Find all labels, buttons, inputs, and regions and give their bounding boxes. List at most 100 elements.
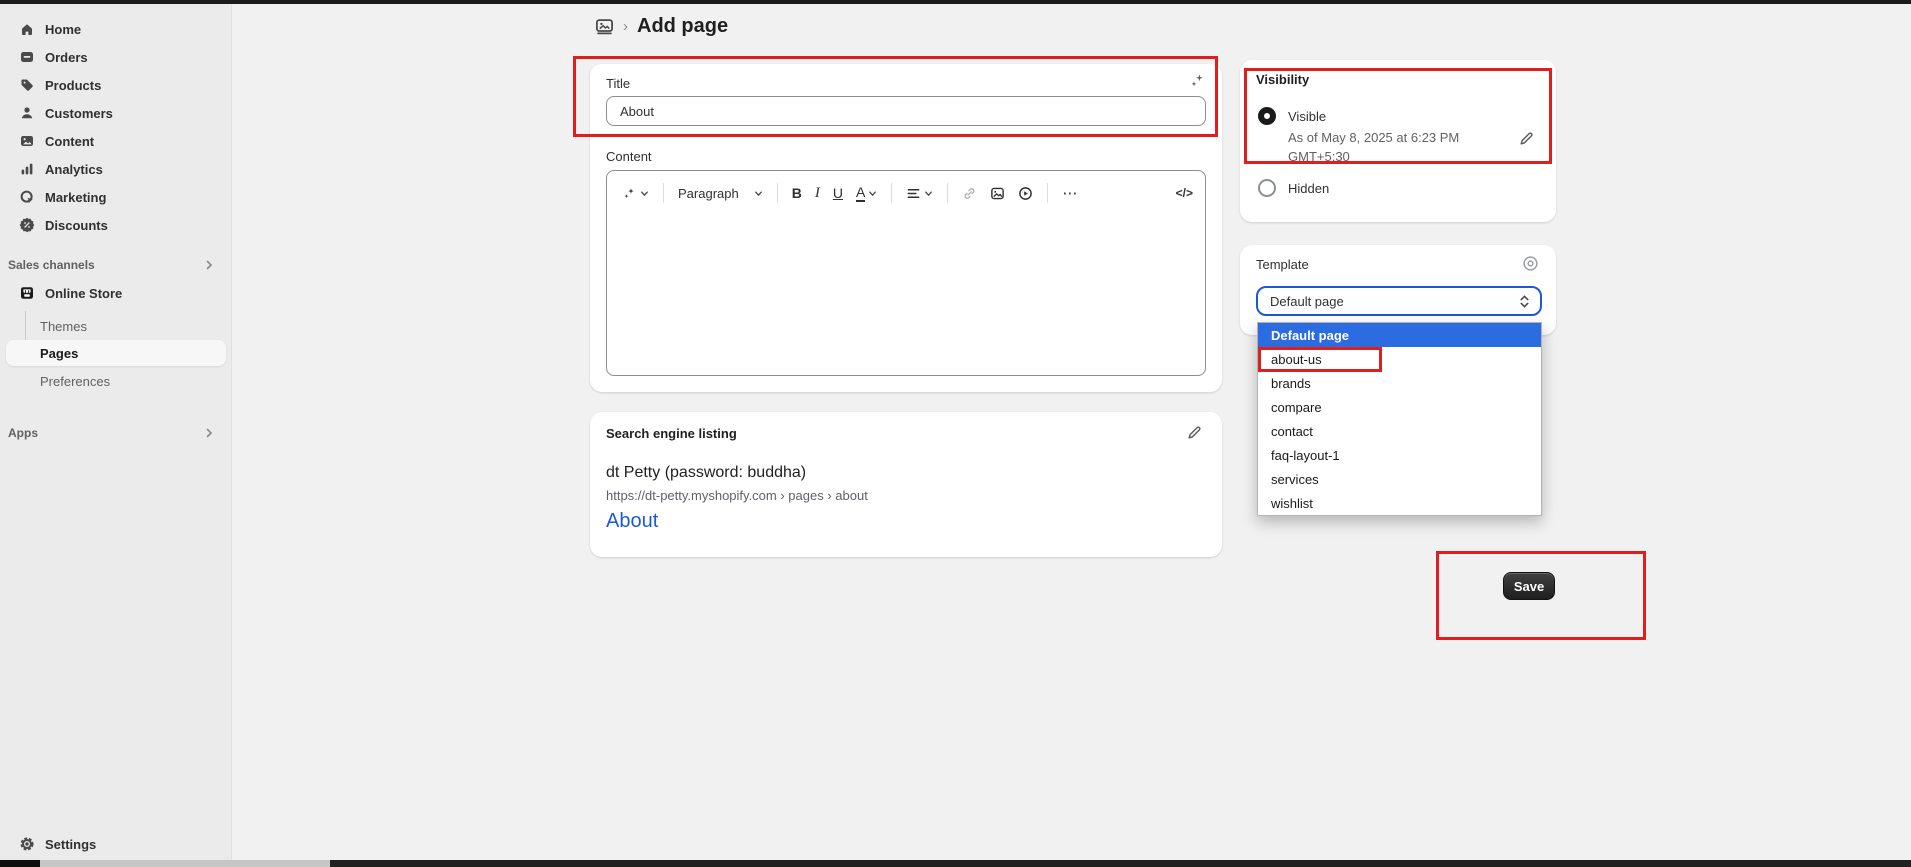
visible-note-line1: As of May 8, 2025 at 6:23 PM [1288, 130, 1459, 145]
editor-body[interactable] [607, 207, 1205, 367]
products-icon [18, 77, 35, 94]
scrollbar-corner [0, 860, 40, 867]
template-option-about-us[interactable]: about-us [1258, 347, 1541, 371]
template-option-default-page[interactable]: Default page [1258, 323, 1541, 347]
insert-image-icon[interactable] [987, 184, 1008, 203]
sidebar-item-preferences[interactable]: Preferences [6, 368, 226, 394]
hidden-label: Hidden [1288, 181, 1329, 196]
more-options-button[interactable]: ⋯ [1059, 182, 1081, 204]
chevron-down-icon [640, 189, 649, 198]
search-engine-listing-card: Search engine listing dt Petty (password… [590, 412, 1222, 557]
bold-button[interactable]: B [789, 183, 805, 203]
template-label: Template [1256, 257, 1309, 272]
sidebar-item-marketing[interactable]: Marketing [0, 183, 232, 211]
orders-icon [18, 49, 35, 66]
seo-heading: Search engine listing [606, 426, 737, 441]
sidebar-item-orders[interactable]: Orders [0, 43, 232, 71]
online-store-icon [18, 285, 35, 302]
sidebar-item-label: Products [45, 78, 101, 93]
scrollbar-thumb[interactable] [330, 860, 1911, 867]
chevron-down-icon [924, 189, 933, 198]
sidebar-item-pages[interactable]: Pages [6, 340, 226, 366]
content-icon [18, 133, 35, 150]
seo-site-title: dt Petty (password: buddha) [606, 464, 806, 482]
title-label: Title [606, 76, 630, 91]
seo-page-link[interactable]: About [606, 510, 658, 533]
page-title: Add page [637, 15, 728, 38]
chevron-down-icon [868, 189, 877, 198]
chevron-down-icon [754, 189, 763, 198]
sidebar-item-label: Analytics [45, 162, 103, 177]
alignment-button[interactable] [903, 184, 936, 203]
sidebar-item-customers[interactable]: Customers [0, 99, 232, 127]
sidebar-item-label: Online Store [45, 286, 122, 301]
template-option-contact[interactable]: contact [1258, 419, 1541, 443]
apps-header[interactable]: Apps [0, 421, 232, 445]
sales-channels-header[interactable]: Sales channels [0, 253, 232, 277]
sub-item-label: Themes [40, 319, 87, 334]
sidebar-item-discounts[interactable]: Discounts [0, 211, 232, 239]
breadcrumb-separator: › [623, 18, 628, 35]
sidebar-item-analytics[interactable]: Analytics [0, 155, 232, 183]
template-option-compare[interactable]: compare [1258, 395, 1541, 419]
page-details-card: Title Content Paragraph B I U A [590, 64, 1222, 392]
chevron-right-icon [204, 428, 214, 438]
text-color-glyph: A [856, 185, 865, 202]
breadcrumb: › Add page [595, 15, 728, 38]
home-icon [18, 21, 35, 38]
sidebar-item-products[interactable]: Products [0, 71, 232, 99]
select-updown-icon [1519, 294, 1530, 309]
link-icon[interactable] [959, 184, 980, 203]
title-input[interactable] [606, 96, 1206, 126]
template-selected-value: Default page [1270, 294, 1344, 309]
template-option-wishlist[interactable]: wishlist [1258, 491, 1541, 515]
horizontal-scrollbar[interactable] [0, 860, 1911, 867]
window-top-edge [0, 0, 1911, 4]
paragraph-style-dropdown[interactable]: Paragraph [675, 184, 766, 203]
visible-radio[interactable] [1258, 107, 1276, 125]
view-icon[interactable] [1522, 255, 1539, 272]
code-view-button[interactable]: </> [1176, 186, 1193, 200]
sidebar: Home Orders Products Customers Content [0, 4, 232, 860]
insert-video-icon[interactable] [1015, 184, 1036, 203]
apps-label: Apps [8, 426, 38, 440]
magic-sparkle-icon[interactable] [1188, 72, 1206, 90]
template-option-brands[interactable]: brands [1258, 371, 1541, 395]
toolbar-divider [1047, 183, 1048, 203]
edit-icon[interactable] [1186, 424, 1203, 441]
visible-note-line2: GMT+5:30 [1288, 149, 1350, 164]
edit-icon[interactable] [1518, 130, 1535, 147]
content-label: Content [606, 149, 652, 164]
sidebar-item-online-store[interactable]: Online Store [0, 279, 232, 307]
sales-channels-label: Sales channels [8, 258, 95, 272]
sidebar-item-home[interactable]: Home [0, 15, 232, 43]
rich-text-editor[interactable]: Paragraph B I U A [606, 170, 1206, 376]
template-option-services[interactable]: services [1258, 467, 1541, 491]
editor-toolbar: Paragraph B I U A [607, 171, 1205, 207]
analytics-icon [18, 161, 35, 178]
text-color-button[interactable]: A [853, 183, 880, 204]
template-select[interactable]: Default page [1256, 286, 1542, 316]
discounts-icon [18, 217, 35, 234]
template-dropdown: Default page about-us brands compare con… [1257, 322, 1542, 516]
chevron-right-icon [204, 260, 214, 270]
sidebar-item-label: Home [45, 22, 81, 37]
toolbar-divider [947, 183, 948, 203]
sidebar-item-label: Marketing [45, 190, 106, 205]
magic-sparkle-button[interactable] [619, 184, 652, 203]
sidebar-item-settings[interactable]: Settings [0, 830, 232, 858]
underline-button[interactable]: U [830, 183, 846, 203]
sidebar-item-content[interactable]: Content [0, 127, 232, 155]
italic-button[interactable]: I [812, 183, 823, 204]
page-icon[interactable] [595, 17, 614, 36]
sidebar-item-label: Customers [45, 106, 113, 121]
customers-icon [18, 105, 35, 122]
template-option-faq-layout-1[interactable]: faq-layout-1 [1258, 443, 1541, 467]
sidebar-item-themes[interactable]: Themes [6, 313, 226, 339]
visibility-card: Visibility Visible As of May 8, 2025 at … [1240, 60, 1556, 222]
save-button[interactable]: Save [1503, 572, 1555, 600]
toolbar-divider [891, 183, 892, 203]
hidden-radio[interactable] [1258, 179, 1276, 197]
sidebar-item-label: Discounts [45, 218, 108, 233]
visibility-heading: Visibility [1256, 72, 1309, 87]
